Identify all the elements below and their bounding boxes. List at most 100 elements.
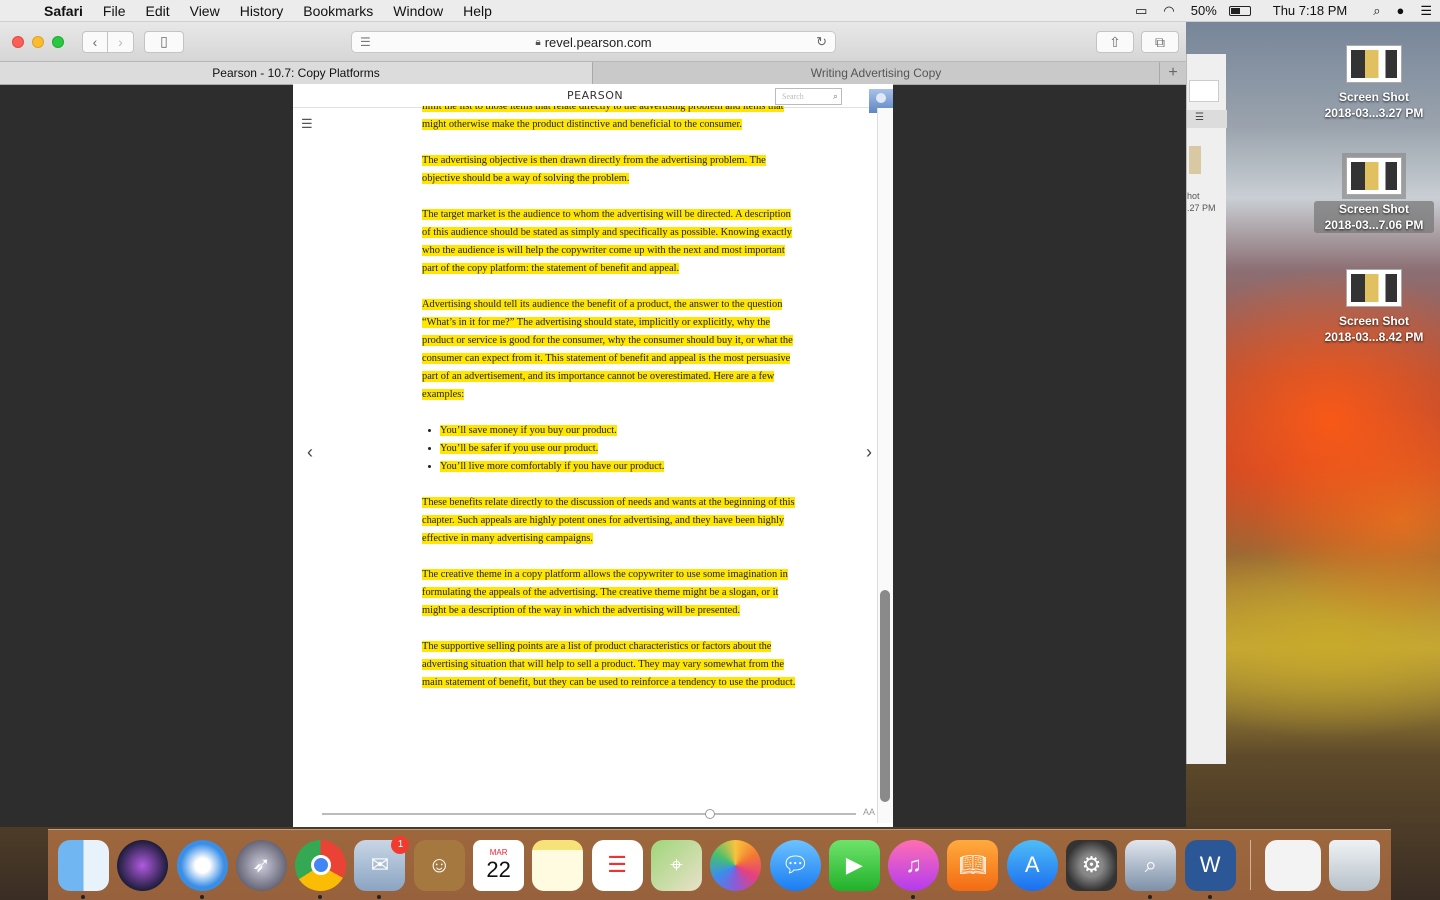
paragraph: limit the list to those items that relat… [422,106,797,134]
mail-badge: 1 [391,835,410,854]
fullscreen-window-button[interactable] [52,35,64,48]
clock[interactable]: Thu 7:18 PM [1251,3,1355,18]
list-item: You’ll save money if you buy our product… [440,422,797,440]
recent-documents-stack-icon[interactable] [1264,839,1321,891]
screenshot-thumbnail [1342,153,1406,199]
browser-toolbar: ‹ › ▯ ☰ 🔒︎ revel.pearson.com ↻ ⇧ ⧉ [0,22,1186,62]
address-bar[interactable]: ☰ 🔒︎ revel.pearson.com ↻ [351,31,836,53]
reminders-icon[interactable]: ☰ [591,839,643,891]
menu-bookmarks[interactable]: Bookmarks [293,3,383,19]
menu-help[interactable]: Help [453,3,502,19]
list-view-icon: ☰ [1187,110,1227,128]
tab-writing-advertising-copy[interactable]: Writing Advertising Copy [593,62,1160,84]
search-placeholder: Search [782,92,804,101]
menu-bar: Safari File Edit View History Bookmarks … [0,0,1440,22]
hamburger-menu-icon[interactable]: ☰ [301,116,313,132]
mail-icon[interactable]: ✉ 1 [354,835,410,899]
menu-app-name[interactable]: Safari [40,3,93,19]
dock: ✦ ➶ ✉ 1 ☺ MAR 22 ☰ ⌖ 💬︎ ▶ ♫ 📖︎ A ⚙ ⌕ W [48,829,1391,900]
sidebar-toggle-button[interactable]: ▯ [144,30,184,53]
calendar-day: 22 [486,856,511,882]
desktop-file-label: Screen Shot 2018-03...8.42 PM [1314,313,1434,345]
messages-icon[interactable]: 💬︎ [769,839,821,891]
desktop-file-name: Screen Shot [1338,314,1410,328]
desktop-file-screenshot-3[interactable]: Screen Shot 2018-03...8.42 PM [1314,269,1434,345]
previous-page-icon[interactable]: ‹ [307,442,313,463]
maps-icon[interactable]: ⌖ [650,839,702,891]
notification-center-icon[interactable]: ☰ [1412,3,1440,19]
desktop-file-label: Screen Shot 2018-03...3.27 PM [1314,89,1434,121]
desktop-file-label: Screen Shot 2018-03...7.06 PM [1314,201,1434,233]
preview-icon[interactable]: ⌕ [1125,839,1177,899]
url-text: revel.pearson.com [544,34,652,50]
menu-window[interactable]: Window [383,3,453,19]
photos-icon[interactable] [710,839,762,891]
battery-icon[interactable] [1228,5,1251,16]
siri-icon[interactable]: ● [1388,3,1412,18]
tab-bar: Pearson - 10.7: Copy Platforms Writing A… [0,62,1186,85]
minimize-window-button[interactable] [32,35,44,48]
next-page-icon[interactable]: › [866,442,872,463]
new-tab-button[interactable]: + [1160,62,1186,84]
paragraph: These benefits relate directly to the di… [422,497,795,544]
desktop-file-date: 2018-03...3.27 PM [1324,106,1424,120]
spotlight-icon[interactable]: ⌕ [1355,3,1388,19]
finder-icon[interactable] [58,839,109,899]
chrome-icon[interactable] [295,839,347,899]
font-size-icon[interactable]: AA [863,807,875,817]
contacts-icon[interactable]: ☺ [413,839,465,891]
pearson-logo[interactable]: PEARSON [567,89,623,102]
app-store-icon[interactable]: A [1006,839,1058,891]
page-header: PEARSON Search ⌕ [293,84,893,113]
paragraph: The advertising objective is then drawn … [422,155,766,184]
examples-list: You’ll save money if you buy our product… [440,422,797,476]
reader-view-icon[interactable]: ☰ [360,35,371,49]
word-icon[interactable]: W [1184,839,1236,899]
nav-buttons: ‹ › [82,30,134,53]
itunes-icon[interactable]: ♫ [888,839,940,899]
reading-progress-handle[interactable] [705,809,715,819]
background-window-label-line1: hot [1187,191,1200,201]
system-preferences-icon[interactable]: ⚙ [1066,839,1118,891]
trash-icon[interactable] [1329,839,1381,891]
airplay-icon[interactable]: ▭ [1127,3,1155,19]
back-button[interactable]: ‹ [82,30,108,53]
siri-app-icon[interactable] [117,839,169,891]
launchpad-icon[interactable]: ➶ [235,839,287,891]
desktop-file-name: Screen Shot [1338,90,1410,104]
battery-percent[interactable]: 50% [1183,3,1225,18]
wifi-icon[interactable]: ◠ [1155,3,1182,19]
tab-overview-button[interactable]: ⧉ [1141,31,1179,53]
desktop-file-screenshot-1[interactable]: Screen Shot 2018-03...3.27 PM [1314,45,1434,121]
reading-content: limit the list to those items that relat… [422,106,797,796]
tab-copy-platforms[interactable]: Pearson - 10.7: Copy Platforms [0,62,593,84]
safari-icon[interactable]: ✦ [176,839,228,899]
dock-separator [1249,840,1251,890]
desktop-file-screenshot-2[interactable]: Screen Shot 2018-03...7.06 PM [1314,153,1434,233]
close-window-button[interactable] [12,35,24,48]
calendar-icon[interactable]: MAR 22 [473,839,525,891]
ibooks-icon[interactable]: 📖︎ [947,839,999,891]
background-window-thumbnail [1189,146,1201,174]
menu-edit[interactable]: Edit [135,3,179,19]
desktop-file-date: 2018-03...8.42 PM [1324,330,1424,344]
background-window[interactable]: ☰ hot .27 PM [1186,54,1227,764]
menu-view[interactable]: View [180,3,230,19]
forward-button[interactable]: › [108,30,134,53]
search-input[interactable]: Search ⌕ [775,88,842,105]
facetime-icon[interactable]: ▶ [828,839,880,891]
search-icon[interactable]: ⌕ [833,91,838,102]
share-button[interactable]: ⇧ [1096,31,1134,53]
lock-icon: 🔒︎ [535,36,541,48]
safari-window: ‹ › ▯ ☰ 🔒︎ revel.pearson.com ↻ ⇧ ⧉ Pears… [0,22,1186,827]
notes-icon[interactable] [532,839,584,891]
background-window-field [1189,80,1219,102]
paragraph: The creative theme in a copy platform al… [422,569,788,616]
reading-progress-track[interactable] [322,813,856,815]
reload-icon[interactable]: ↻ [816,34,827,50]
menu-file[interactable]: File [93,3,136,19]
scrollbar-thumb[interactable] [880,590,890,802]
window-controls [12,35,64,48]
menu-history[interactable]: History [230,3,294,19]
desktop-file-name: Screen Shot [1338,202,1410,216]
